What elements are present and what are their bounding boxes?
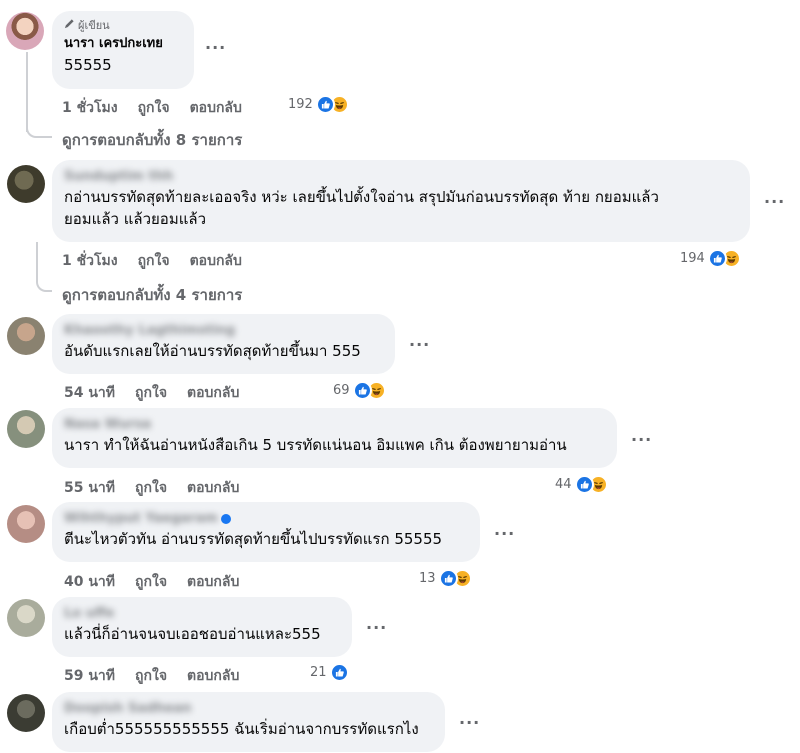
reaction-summary[interactable]: 69 bbox=[333, 381, 386, 400]
like-reaction-icon bbox=[352, 381, 372, 400]
reaction-count: 194 bbox=[680, 251, 705, 266]
comment-bubble: Lo uffe แล้วนี่ก็อ่านจนจบเออชอบอ่านแหละ5… bbox=[52, 597, 352, 657]
like-reaction-icon bbox=[315, 95, 335, 114]
like-button[interactable]: ถูกใจ bbox=[138, 250, 170, 272]
comment-bubble: Doopish Sadhean เกือบต่ำ555555555555 ฉัน… bbox=[52, 692, 445, 752]
comment-text-line: นารา ทำให้ฉันอ่านหนังสือเกิน 5 บรรทัดแน่… bbox=[64, 436, 567, 454]
reply-button[interactable]: ตอบกลับ bbox=[190, 250, 242, 272]
comment-author-name[interactable]: Doopish Sadhean bbox=[64, 700, 433, 718]
like-button[interactable]: ถูกใจ bbox=[135, 477, 167, 499]
avatar[interactable] bbox=[7, 410, 45, 448]
more-options-button[interactable]: ··· bbox=[409, 335, 430, 354]
reply-button[interactable]: ตอบกลับ bbox=[190, 97, 242, 119]
reaction-count: 44 bbox=[555, 477, 572, 492]
comment-bubble: Nasa Wursa นารา ทำให้ฉันอ่านหนังสือเกิน … bbox=[52, 408, 617, 468]
more-options-button[interactable]: ··· bbox=[631, 430, 652, 449]
view-replies-link[interactable]: ดูการตอบกลับทั้ง 4 รายการ bbox=[62, 283, 242, 307]
reaction-count: 21 bbox=[310, 665, 327, 680]
like-button[interactable]: ถูกใจ bbox=[135, 665, 167, 687]
like-reaction-icon bbox=[438, 569, 458, 588]
comment-actions: 1 ชั่วโมง ถูกใจ ตอบกลับ bbox=[62, 250, 242, 272]
comment-author-name[interactable]: Nasa Wursa bbox=[64, 416, 605, 434]
comment-text-line: เกือบต่ำ555555555555 ฉันเริ่มอ่านจากบรรท… bbox=[64, 720, 419, 738]
comment-actions: 59 นาที ถูกใจ ตอบกลับ bbox=[64, 665, 239, 687]
comment-actions: 55 นาที ถูกใจ ตอบกลับ bbox=[64, 477, 239, 499]
author-comment-bubble: ผู้เขียน นารา เครปกะเทย 55555 bbox=[52, 11, 194, 89]
comment-time[interactable]: 40 นาที bbox=[64, 571, 115, 593]
comment-author-name[interactable]: Wihthyput Yaegaram bbox=[64, 511, 218, 526]
comment-actions: 1 ชั่วโมง ถูกใจ ตอบกลับ bbox=[62, 97, 242, 119]
view-replies-link[interactable]: ดูการตอบกลับทั้ง 8 รายการ bbox=[62, 128, 242, 152]
comment-time[interactable]: 55 นาที bbox=[64, 477, 115, 499]
comment-author-name[interactable]: Sunduptim thh bbox=[64, 168, 738, 186]
like-reaction-icon bbox=[707, 249, 727, 268]
more-options-button[interactable]: ··· bbox=[494, 524, 515, 543]
like-reaction-icon bbox=[574, 475, 594, 494]
comment-text-line: กอ่านบรรทัดสุดท้ายละเออจริง หว่ะ เลยขึ้น… bbox=[64, 188, 659, 206]
comment-time[interactable]: 1 ชั่วโมง bbox=[62, 97, 118, 119]
avatar[interactable] bbox=[6, 12, 44, 50]
more-options-button[interactable]: ··· bbox=[205, 38, 226, 57]
reaction-summary[interactable]: 192 bbox=[288, 95, 349, 114]
more-options-button[interactable]: ··· bbox=[459, 713, 480, 732]
comment-actions: 40 นาที ถูกใจ ตอบกลับ bbox=[64, 571, 239, 593]
reaction-summary[interactable]: 44 bbox=[555, 475, 608, 494]
avatar[interactable] bbox=[7, 165, 45, 203]
like-button[interactable]: ถูกใจ bbox=[135, 571, 167, 593]
avatar[interactable] bbox=[7, 694, 45, 732]
comment-text-line: อันดับแรกเลยให้อ่านบรรทัดสุดท้ายขึ้นมา 5… bbox=[64, 342, 361, 360]
avatar[interactable] bbox=[7, 317, 45, 355]
comment-author-row: Wihthyput Yaegaram bbox=[64, 510, 468, 528]
avatar[interactable] bbox=[7, 505, 45, 543]
reaction-summary[interactable]: 21 bbox=[310, 663, 349, 682]
like-reaction-icon bbox=[329, 663, 349, 682]
verified-badge-icon bbox=[220, 513, 231, 524]
comment-author-name[interactable]: Lo uffe bbox=[64, 605, 340, 623]
comment-bubble: Wihthyput Yaegaram ตีนะไหวตัวทัน อ่านบรร… bbox=[52, 502, 480, 562]
reply-button[interactable]: ตอบกลับ bbox=[187, 571, 239, 593]
reaction-summary[interactable]: 13 bbox=[419, 569, 472, 588]
comment-bubble: Khaoothy Lagthimsting อันดับแรกเลยให้อ่า… bbox=[52, 314, 395, 374]
thread-connector bbox=[36, 272, 52, 292]
author-badge-label: ผู้เขียน bbox=[78, 18, 110, 32]
comment-time[interactable]: 54 นาที bbox=[64, 382, 115, 404]
comment-text-line: ยอมแล้ว แล้วยอมแล้ว bbox=[64, 210, 206, 228]
comment-text-line: ตีนะไหวตัวทัน อ่านบรรทัดสุดท้ายขึ้นไปบรร… bbox=[64, 530, 443, 548]
thread-connector bbox=[26, 118, 52, 138]
comment-bubble: Sunduptim thh กอ่านบรรทัดสุดท้ายละเออจริ… bbox=[52, 160, 750, 242]
more-options-button[interactable]: ··· bbox=[366, 618, 387, 637]
reaction-count: 13 bbox=[419, 571, 436, 586]
reaction-count: 69 bbox=[333, 383, 350, 398]
avatar[interactable] bbox=[7, 599, 45, 637]
comment-author-name[interactable]: Khaoothy Lagthimsting bbox=[64, 322, 383, 340]
reaction-count: 192 bbox=[288, 97, 313, 112]
reply-button[interactable]: ตอบกลับ bbox=[187, 382, 239, 404]
pencil-icon bbox=[64, 18, 75, 33]
like-button[interactable]: ถูกใจ bbox=[135, 382, 167, 404]
comment-text-line: แล้วนี่ก็อ่านจนจบเออชอบอ่านแหละ555 bbox=[64, 625, 321, 643]
comment-actions: 54 นาที ถูกใจ ตอบกลับ bbox=[64, 382, 239, 404]
like-button[interactable]: ถูกใจ bbox=[138, 97, 170, 119]
reaction-summary[interactable]: 194 bbox=[680, 249, 741, 268]
comment-time[interactable]: 1 ชั่วโมง bbox=[62, 250, 118, 272]
author-badge: ผู้เขียน bbox=[64, 18, 182, 33]
comment-text: 55555 bbox=[64, 56, 112, 74]
comment-time[interactable]: 59 นาที bbox=[64, 665, 115, 687]
reply-button[interactable]: ตอบกลับ bbox=[187, 665, 239, 687]
reply-button[interactable]: ตอบกลับ bbox=[187, 477, 239, 499]
more-options-button[interactable]: ··· bbox=[764, 192, 785, 211]
comment-author-name[interactable]: นารา เครปกะเทย bbox=[64, 35, 182, 53]
